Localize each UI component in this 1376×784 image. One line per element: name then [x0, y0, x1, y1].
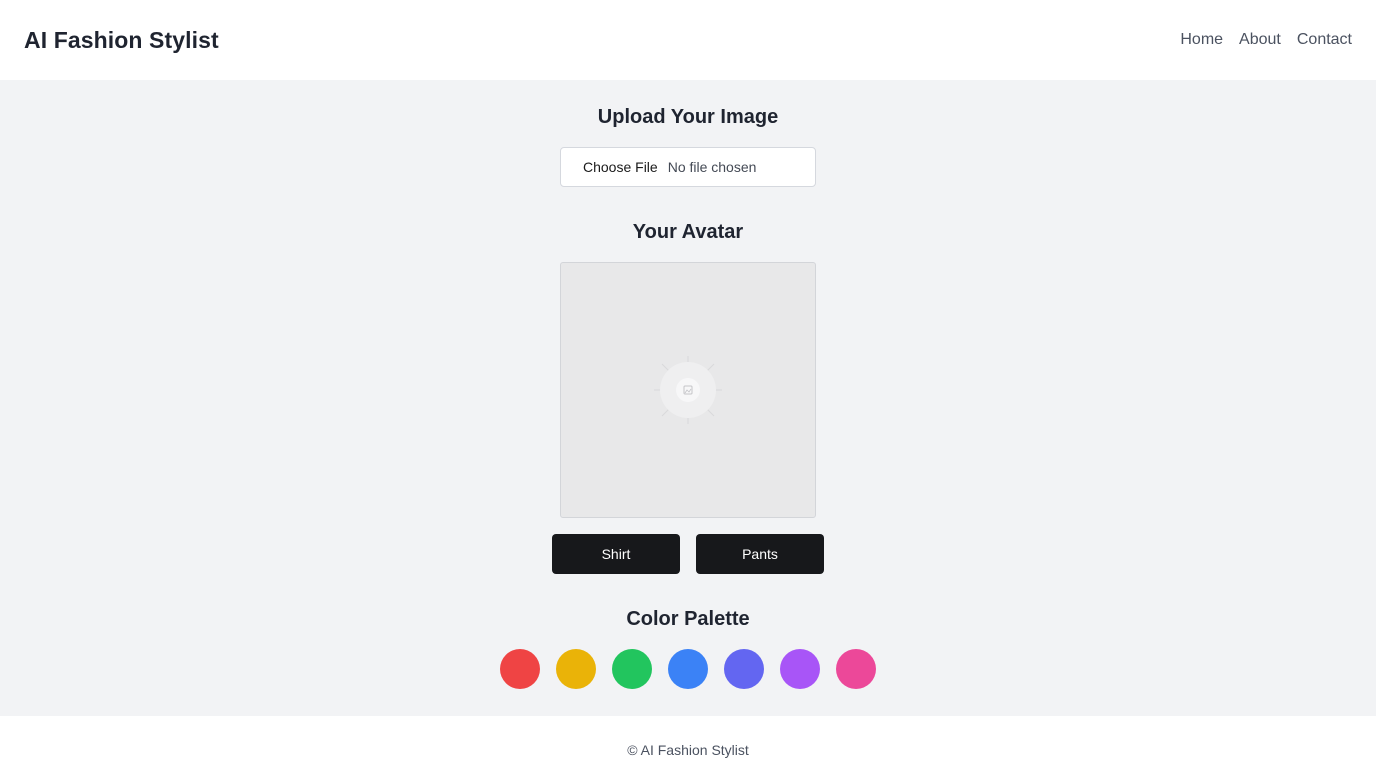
- site-header: AI Fashion Stylist Home About Contact: [0, 0, 1376, 80]
- file-upload-input[interactable]: Choose File No file chosen: [560, 147, 816, 187]
- clothing-buttons: Shirt Pants: [552, 534, 824, 574]
- top-nav: Home About Contact: [1180, 31, 1352, 49]
- color-swatch-1[interactable]: [500, 649, 540, 689]
- color-palette: [500, 649, 876, 689]
- brand-title: AI Fashion Stylist: [24, 26, 219, 53]
- upload-title: Upload Your Image: [597, 106, 779, 128]
- file-status-text: No file chosen: [667, 159, 757, 175]
- nav-home-link[interactable]: Home: [1180, 31, 1223, 49]
- main-content: Upload Your Image Choose File No file ch…: [0, 80, 1376, 716]
- nav-contact-link[interactable]: Contact: [1297, 31, 1352, 49]
- shirt-button[interactable]: Shirt: [552, 534, 680, 574]
- site-footer: © AI Fashion Stylist: [0, 716, 1376, 784]
- pants-button[interactable]: Pants: [696, 534, 824, 574]
- nav-about-link[interactable]: About: [1239, 31, 1281, 49]
- color-swatch-5[interactable]: [724, 649, 764, 689]
- choose-file-button[interactable]: Choose File: [583, 159, 658, 175]
- color-swatch-3[interactable]: [612, 649, 652, 689]
- avatar-preview: [560, 262, 816, 518]
- palette-title: Color Palette: [626, 608, 750, 630]
- footer-text: © AI Fashion Stylist: [627, 742, 749, 758]
- color-swatch-6[interactable]: [780, 649, 820, 689]
- color-swatch-2[interactable]: [556, 649, 596, 689]
- image-placeholder-icon: [654, 356, 722, 424]
- color-swatch-7[interactable]: [836, 649, 876, 689]
- avatar-title: Your Avatar: [632, 221, 744, 243]
- color-swatch-4[interactable]: [668, 649, 708, 689]
